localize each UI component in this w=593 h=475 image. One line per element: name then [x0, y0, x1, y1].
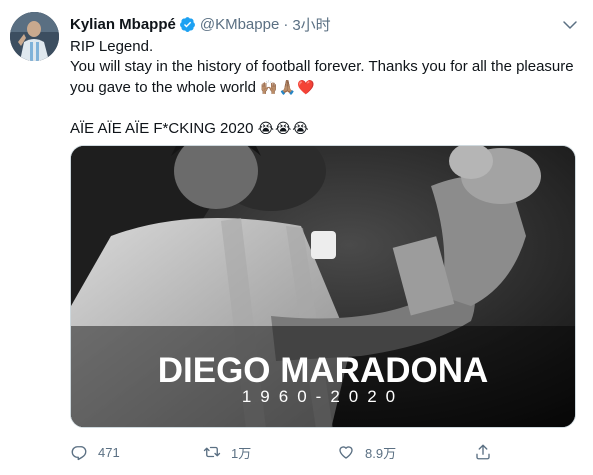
verified-badge-icon [179, 16, 196, 33]
reply-count: 471 [98, 444, 120, 460]
avatar[interactable] [10, 12, 59, 61]
tweet-line-text: AÏE AÏE AÏE F*CKING 2020 [70, 120, 254, 137]
tweet-line: You will stay in the history of football… [70, 58, 574, 75]
tweet-timestamp[interactable]: 3小时 [292, 14, 330, 35]
emoji-group: 😭😭😭 [257, 120, 310, 136]
retweet-button[interactable]: 1万 [203, 440, 251, 464]
tweet-line: you gave to the whole world 🙌🏽🙏🏽❤️ [70, 77, 580, 98]
chevron-down-icon[interactable] [561, 16, 579, 34]
media-years: 1960-2020 [241, 387, 405, 406]
media-title: DIEGO MARADONA [157, 351, 489, 390]
emoji-group: 🙌🏽🙏🏽❤️ [260, 79, 316, 95]
display-name[interactable]: Kylian Mbappé [70, 16, 176, 33]
tweet-line-text: you gave to the whole world [70, 79, 256, 96]
separator-dot: · [283, 15, 289, 33]
reply-icon [70, 443, 88, 461]
retweet-icon [203, 443, 221, 461]
retweet-count: 1万 [231, 445, 252, 461]
tweet-line: RIP Legend. [70, 38, 154, 55]
tweet-media-image[interactable]: DIEGO MARADONA 1960-2020 [70, 145, 576, 428]
tweet-text: RIP Legend. You will stay in the history… [70, 37, 580, 139]
tweet-line: AÏE AÏE AÏE F*CKING 2020 😭😭😭 [70, 118, 580, 139]
share-button[interactable] [474, 440, 492, 464]
tweet[interactable]: Kylian Mbappé @KMbappe · 3小时 RIP Legend.… [0, 0, 593, 475]
heart-icon [337, 443, 355, 461]
tweet-actions: 471 1万 8.9万 [70, 440, 500, 464]
reply-button[interactable]: 471 [70, 440, 120, 464]
share-icon [474, 443, 492, 461]
like-count: 8.9万 [365, 445, 397, 461]
like-button[interactable]: 8.9万 [337, 440, 396, 464]
user-handle[interactable]: @KMbappe [200, 16, 279, 33]
tweet-header: Kylian Mbappé @KMbappe · 3小时 [70, 13, 583, 35]
